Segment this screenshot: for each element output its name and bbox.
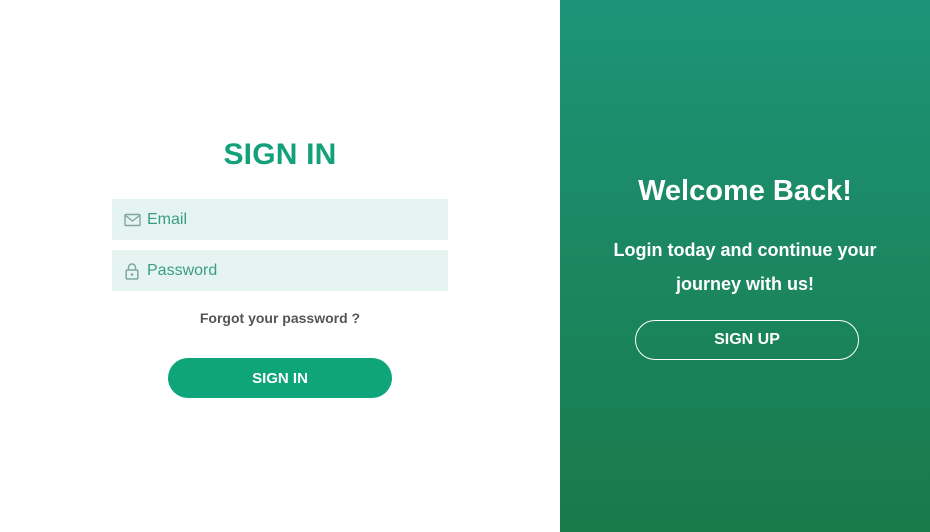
sign-up-button[interactable]: SIGN UP <box>635 320 859 360</box>
welcome-title: Welcome Back! <box>638 175 852 207</box>
sign-in-title: SIGN IN <box>223 138 337 171</box>
lock-icon <box>123 262 141 280</box>
forgot-password-link[interactable]: Forgot your password ? <box>0 310 560 326</box>
sign-in-page: SIGN IN Forgot your password ? SIGN <box>0 0 930 532</box>
welcome-panel: Welcome Back! Login today and continue y… <box>560 0 930 532</box>
password-field[interactable] <box>112 250 448 291</box>
sign-in-form: SIGN IN Forgot your password ? SIGN <box>0 0 560 532</box>
email-input[interactable] <box>147 199 427 240</box>
welcome-subtitle: Login today and continue your journey wi… <box>613 240 877 294</box>
sign-in-button[interactable]: SIGN IN <box>168 358 392 398</box>
email-field[interactable] <box>112 199 448 240</box>
password-input[interactable] <box>147 250 427 291</box>
envelope-icon <box>123 211 141 229</box>
